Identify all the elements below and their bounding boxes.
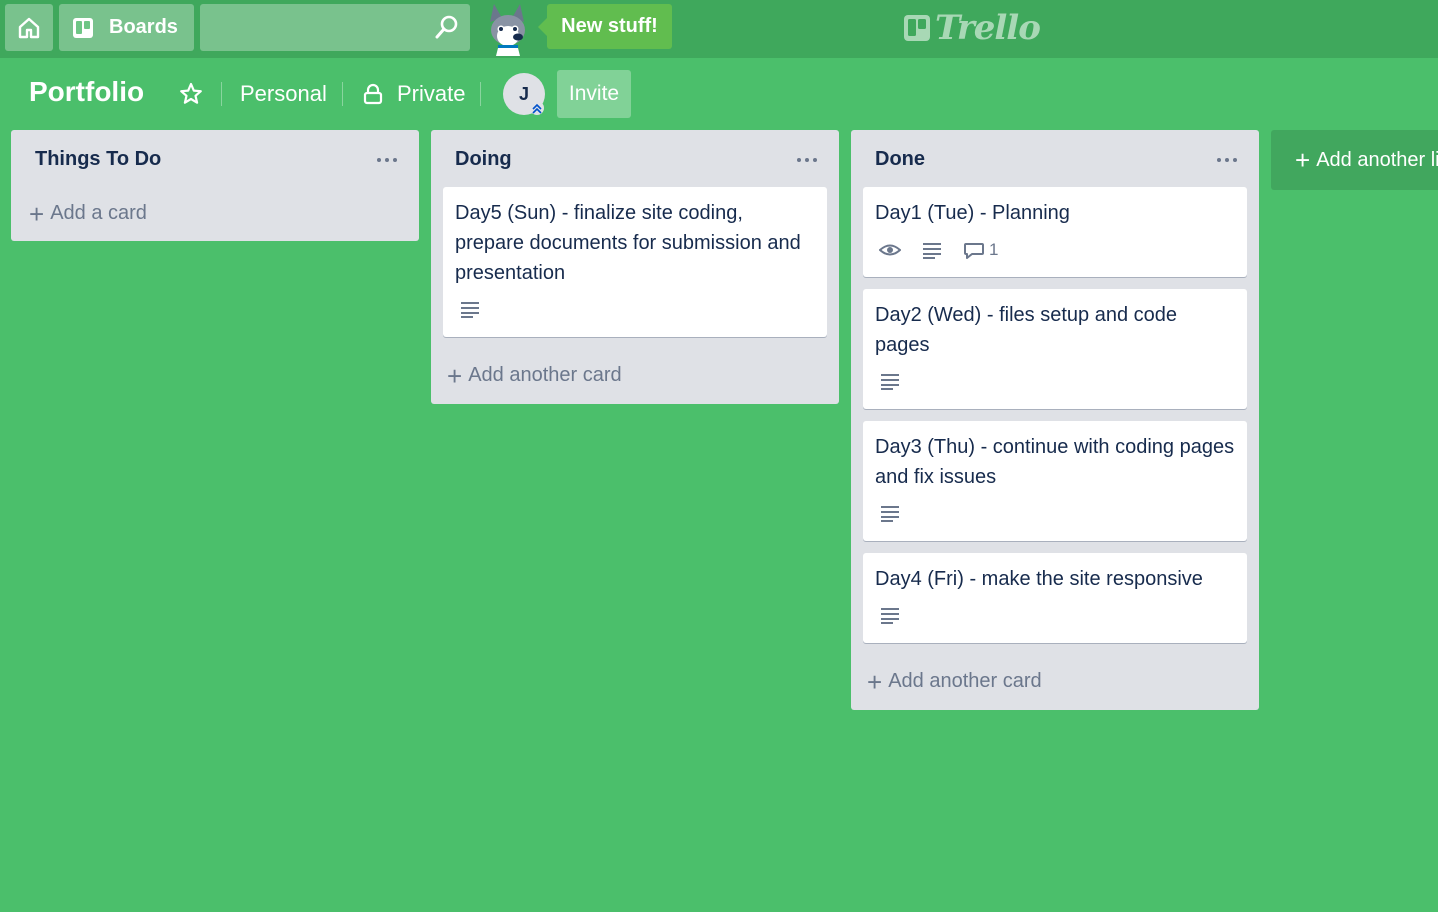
- add-list-label: Add another list: [1316, 148, 1438, 171]
- list-menu-button[interactable]: [797, 150, 821, 170]
- card[interactable]: Day4 (Fri) - make the site responsive: [863, 553, 1247, 643]
- description-icon: [881, 374, 899, 390]
- description-icon: [923, 243, 941, 259]
- card[interactable]: Day5 (Sun) - finalize site coding, prepa…: [443, 187, 827, 337]
- add-card-button[interactable]: + Add another card: [447, 360, 622, 391]
- list-done: Done Day1 (Tue) - Planning 1 Day2 (Wed) …: [851, 130, 1259, 710]
- plus-icon: +: [867, 666, 883, 697]
- header-divider: [221, 82, 222, 106]
- list-doing: Doing Day5 (Sun) - finalize site coding,…: [431, 130, 839, 404]
- lock-icon[interactable]: [362, 83, 384, 110]
- add-card-label: Add a card: [50, 202, 147, 224]
- list-things-to-do: Things To Do + Add a card: [11, 130, 419, 241]
- card-badges: 1: [879, 240, 998, 260]
- admin-chevron-icon: [530, 101, 544, 115]
- card-title: Day3 (Thu) - continue with coding pages …: [875, 436, 1235, 488]
- list-title[interactable]: Things To Do: [35, 148, 161, 171]
- new-stuff-button[interactable]: New stuff!: [538, 4, 672, 49]
- card[interactable]: Day1 (Tue) - Planning 1: [863, 187, 1247, 277]
- list-menu-button[interactable]: [1217, 150, 1241, 170]
- star-button[interactable]: [178, 81, 204, 112]
- taco-mascot-icon[interactable]: [480, 2, 536, 56]
- add-card-label: Add another card: [888, 670, 1042, 692]
- card-badges: [879, 503, 901, 523]
- description-icon: [461, 302, 479, 318]
- add-card-label: Add another card: [468, 364, 622, 386]
- board-title[interactable]: Portfolio: [29, 76, 144, 108]
- search-icon[interactable]: [434, 14, 460, 40]
- card-badges: [879, 605, 901, 625]
- home-button[interactable]: [5, 4, 53, 51]
- comment-count: 1: [989, 240, 999, 259]
- plus-icon: +: [1295, 144, 1311, 175]
- card-title: Day5 (Sun) - finalize site coding, prepa…: [455, 202, 801, 284]
- header-divider: [342, 82, 343, 106]
- home-icon: [18, 17, 40, 38]
- add-card-button[interactable]: + Add another card: [867, 666, 1042, 697]
- logo-text: Trello: [935, 8, 1041, 48]
- search-input[interactable]: [200, 4, 470, 51]
- team-button[interactable]: Personal: [240, 81, 327, 107]
- watch-eye-icon: [879, 244, 901, 256]
- list-title[interactable]: Done: [875, 148, 925, 171]
- boards-button[interactable]: Boards: [59, 4, 194, 51]
- description-icon: [881, 608, 899, 624]
- trello-logo-icon: [904, 15, 930, 41]
- card[interactable]: Day3 (Thu) - continue with coding pages …: [863, 421, 1247, 541]
- add-card-button[interactable]: + Add a card: [29, 198, 147, 229]
- card-title: Day2 (Wed) - files setup and code pages: [875, 304, 1178, 356]
- trello-logo[interactable]: Trello: [903, 8, 1041, 48]
- search-box[interactable]: [200, 4, 470, 51]
- top-navbar: Boards New stuff! Trello: [0, 0, 1438, 58]
- card[interactable]: Day2 (Wed) - files setup and code pages: [863, 289, 1247, 409]
- header-divider: [480, 82, 481, 106]
- card-badges: [459, 299, 481, 319]
- invite-button[interactable]: Invite: [557, 70, 631, 118]
- star-icon: [180, 82, 202, 104]
- add-list-button[interactable]: + Add another list: [1271, 130, 1438, 190]
- list-menu-button[interactable]: [377, 150, 401, 170]
- card-badges: [879, 371, 901, 391]
- plus-icon: +: [447, 360, 463, 391]
- card-title: Day4 (Fri) - make the site responsive: [875, 568, 1203, 590]
- boards-label: Boards: [109, 16, 178, 38]
- list-title[interactable]: Doing: [455, 148, 512, 171]
- plus-icon: +: [29, 198, 45, 229]
- description-icon: [881, 506, 899, 522]
- visibility-button[interactable]: Private: [397, 81, 465, 107]
- card-title: Day1 (Tue) - Planning: [875, 202, 1070, 224]
- comment-icon: [964, 243, 984, 259]
- boards-icon: [73, 17, 93, 38]
